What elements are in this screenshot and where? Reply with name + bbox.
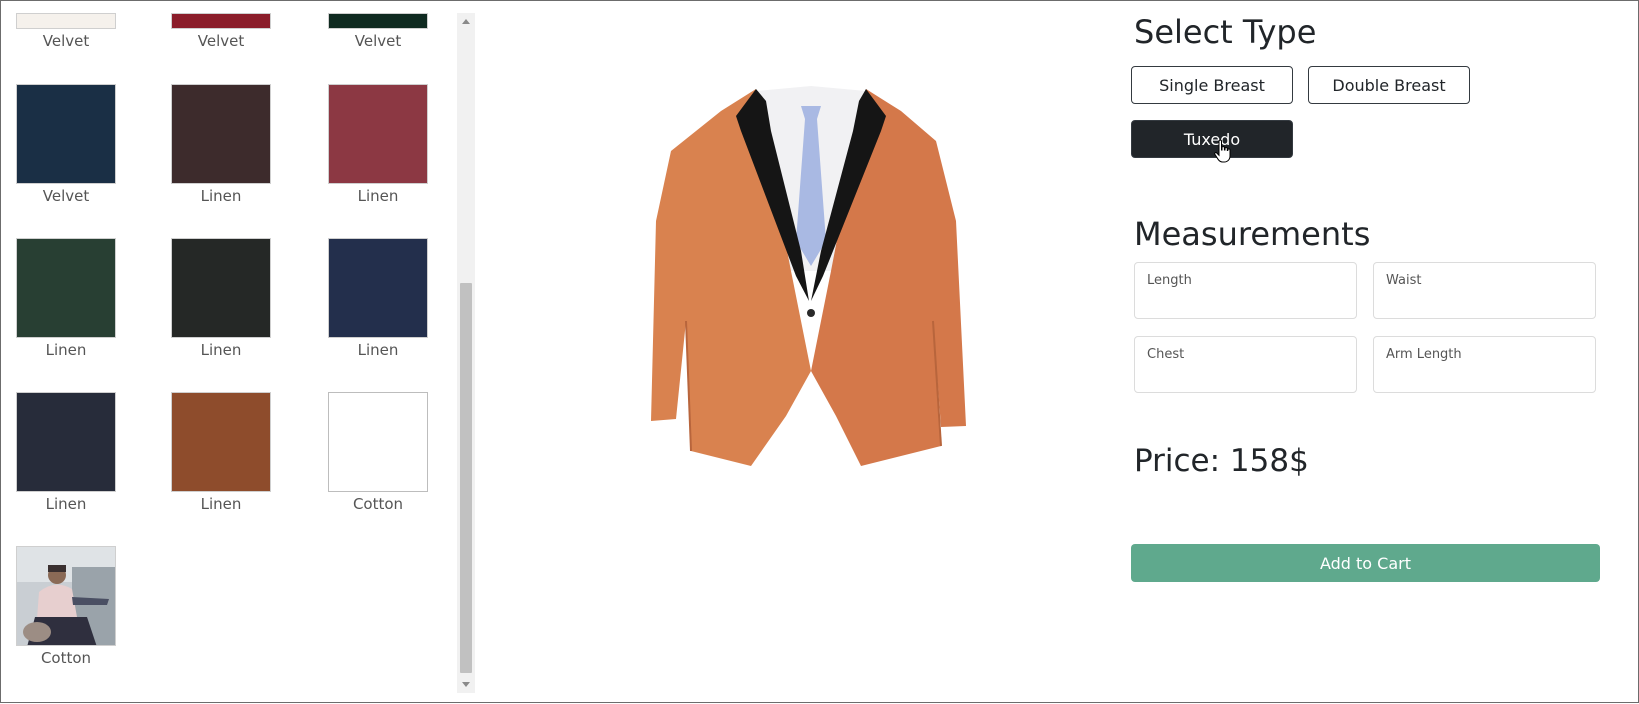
- fabric-label: Velvet: [42, 187, 90, 205]
- fabric-swatch-item[interactable]: Linen: [16, 392, 116, 513]
- configuration-panel: Select Type Single Breast Double Breast …: [1131, 1, 1601, 704]
- fabric-swatch-item[interactable]: Cotton: [16, 546, 116, 667]
- arm-length-label: Arm Length: [1386, 347, 1462, 362]
- waist-input[interactable]: [1385, 291, 1583, 313]
- waist-label: Waist: [1386, 273, 1422, 288]
- fabric-swatch[interactable]: [171, 84, 271, 184]
- length-label: Length: [1147, 273, 1192, 288]
- measurements-heading: Measurements: [1134, 215, 1371, 253]
- fabric-swatch[interactable]: [16, 13, 116, 29]
- fabric-swatch-item[interactable]: Velvet: [16, 13, 116, 50]
- fabric-label: Cotton: [40, 649, 92, 667]
- fabric-swatch-item[interactable]: Linen: [171, 392, 271, 513]
- fabric-swatch-item[interactable]: Cotton: [328, 392, 428, 513]
- fabric-label: Linen: [200, 341, 242, 359]
- fabric-swatch-item[interactable]: Linen: [328, 84, 428, 205]
- fabric-label: Linen: [45, 495, 87, 513]
- arm-length-input[interactable]: [1385, 365, 1583, 387]
- fabric-label: Velvet: [197, 32, 245, 50]
- fabric-swatch[interactable]: [16, 238, 116, 338]
- chest-label: Chest: [1147, 347, 1185, 362]
- single-breast-button[interactable]: Single Breast: [1131, 66, 1293, 104]
- fabric-swatch[interactable]: [328, 84, 428, 184]
- fabric-list-scrollbar[interactable]: [457, 13, 475, 693]
- scroll-up-arrow-icon[interactable]: [457, 13, 475, 29]
- jacket-preview: [601, 71, 1021, 491]
- waist-field[interactable]: Waist: [1373, 262, 1596, 319]
- tuxedo-button[interactable]: Tuxedo: [1131, 120, 1293, 158]
- scrollbar-thumb[interactable]: [460, 283, 472, 673]
- fabric-swatch[interactable]: [171, 392, 271, 492]
- fabric-label: Linen: [357, 341, 399, 359]
- fabric-swatch[interactable]: [16, 392, 116, 492]
- fabric-label: Velvet: [42, 32, 90, 50]
- length-field[interactable]: Length: [1134, 262, 1357, 319]
- fabric-swatch[interactable]: [328, 13, 428, 29]
- fabric-swatch[interactable]: [328, 238, 428, 338]
- fabric-label: Cotton: [352, 495, 404, 513]
- select-type-heading: Select Type: [1134, 13, 1317, 51]
- tuxedo-jacket-image: [651, 86, 966, 466]
- fabric-label: Linen: [200, 495, 242, 513]
- fabric-label: Linen: [45, 341, 87, 359]
- fabric-label: Linen: [200, 187, 242, 205]
- add-to-cart-button[interactable]: Add to Cart: [1131, 544, 1600, 582]
- chest-input[interactable]: [1146, 365, 1344, 387]
- double-breast-button[interactable]: Double Breast: [1308, 66, 1470, 104]
- fabric-swatch-item[interactable]: Linen: [171, 84, 271, 205]
- fabric-swatch[interactable]: [328, 392, 428, 492]
- chest-field[interactable]: Chest: [1134, 336, 1357, 393]
- fabric-swatch-item[interactable]: Linen: [171, 238, 271, 359]
- fabric-swatch[interactable]: [16, 84, 116, 184]
- length-input[interactable]: [1146, 291, 1344, 313]
- fabric-swatch-item[interactable]: Velvet: [328, 13, 428, 50]
- fabric-label: Linen: [357, 187, 399, 205]
- fabric-swatch-item[interactable]: Velvet: [16, 84, 116, 205]
- fabric-swatch[interactable]: [171, 13, 271, 29]
- fabric-swatch-item[interactable]: Linen: [16, 238, 116, 359]
- price-display: Price: 158$: [1134, 443, 1309, 479]
- person-photo-thumbnail: [17, 547, 115, 645]
- fabric-photo-swatch[interactable]: [16, 546, 116, 646]
- fabric-label: Velvet: [354, 32, 402, 50]
- scroll-down-arrow-icon[interactable]: [457, 677, 475, 693]
- fabric-swatch[interactable]: [171, 238, 271, 338]
- fabric-swatch-item[interactable]: Velvet: [171, 13, 271, 50]
- fabric-list: Velvet Velvet Velvet Velvet Linen Linen …: [1, 1, 459, 704]
- arm-length-field[interactable]: Arm Length: [1373, 336, 1596, 393]
- fabric-swatch-item[interactable]: Linen: [328, 238, 428, 359]
